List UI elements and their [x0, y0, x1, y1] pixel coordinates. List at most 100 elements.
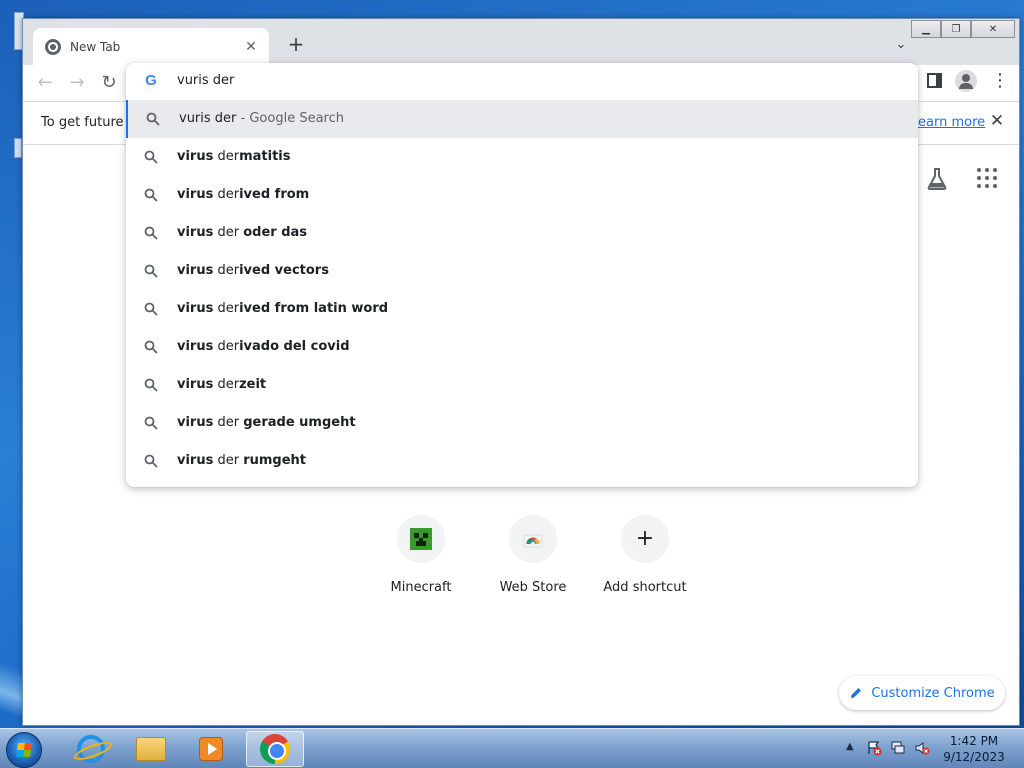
suggestion-match: der: [213, 263, 240, 278]
suggestion-match: der: [213, 377, 240, 392]
suggestion-completion: oder das: [243, 225, 308, 240]
suggestion-item[interactable]: virus dermatitis: [126, 138, 918, 176]
infobar-message: To get future G: [41, 115, 138, 130]
suggestion-completion: ived from: [239, 187, 310, 202]
taskbar-chrome[interactable]: [246, 731, 304, 767]
google-apps-grid-icon[interactable]: [977, 168, 997, 188]
tab-close-icon[interactable]: ✕: [243, 39, 259, 55]
suggestion-item[interactable]: virus der gerade umgeht: [126, 404, 918, 442]
shortcut-label: Minecraft: [390, 580, 452, 595]
suggestion-match: der: [213, 149, 240, 164]
suggestion-bold-prefix: virus: [177, 225, 214, 240]
taskbar-media-player[interactable]: [182, 731, 240, 767]
search-icon: [144, 454, 158, 468]
tab-search-chevron-icon[interactable]: ⌄: [893, 37, 909, 53]
internet-explorer-icon: [77, 735, 105, 763]
suggestion-text: virus derived from: [177, 187, 309, 202]
taskbar-file-explorer[interactable]: [122, 731, 180, 767]
suggestion-item[interactable]: virus derived vectors: [126, 252, 918, 290]
suggestion-completion: zeit: [239, 377, 267, 392]
suggestion-match: der: [213, 225, 244, 240]
system-clock[interactable]: 1:42 PM 9/12/2023: [942, 733, 1006, 765]
forward-arrow-icon[interactable]: →: [65, 71, 89, 95]
pencil-icon: [851, 688, 862, 698]
suggestion-text: virus der gerade umgeht: [177, 415, 356, 430]
start-button[interactable]: [6, 732, 42, 768]
suggestion-item[interactable]: virus derived from: [126, 176, 918, 214]
suggestion-match: der: [213, 301, 240, 316]
omnibox-input-row[interactable]: G vuris der: [126, 63, 918, 99]
clock-date: 9/12/2023: [943, 750, 1005, 764]
suggestion-completion: rumgeht: [243, 453, 307, 468]
shortcut-add[interactable]: + Add shortcut: [597, 515, 693, 595]
new-tab-button[interactable]: +: [285, 33, 307, 55]
learn-more-link[interactable]: Learn more: [911, 115, 985, 130]
suggestion-match: der: [213, 453, 244, 468]
suggestion-item[interactable]: virus derived from latin word: [126, 290, 918, 328]
suggestion-text: virus derived vectors: [177, 263, 329, 278]
suggestion-item[interactable]: virus derzeit: [126, 366, 918, 404]
tab-new-tab[interactable]: New Tab ✕: [33, 28, 269, 65]
suggestion-query: vuris der: [179, 111, 237, 126]
suggestion-item[interactable]: virus der oder das: [126, 214, 918, 252]
suggestion-bold-prefix: virus: [177, 301, 214, 316]
suggestion-text: virus der oder das: [177, 225, 307, 240]
suggestion-match: der: [213, 339, 240, 354]
suggestion-bold-prefix: virus: [177, 149, 214, 164]
suggestion-match: der: [213, 187, 240, 202]
suggestion-item[interactable]: virus der rumgeht: [126, 442, 918, 480]
suggestion-text: virus derivado del covid: [177, 339, 350, 354]
restore-button[interactable]: ❐: [941, 20, 971, 38]
show-hidden-icons-arrow-icon[interactable]: ▲: [846, 741, 854, 752]
suggestion-suffix: - Google Search: [240, 111, 344, 126]
shortcut-minecraft[interactable]: Minecraft: [373, 515, 469, 595]
suggestion-item-selected[interactable]: vuris der - Google Search: [126, 100, 918, 138]
chrome-labs-flask-icon[interactable]: [926, 167, 948, 191]
suggestion-item[interactable]: virus derivado del covid: [126, 328, 918, 366]
chrome-icon: [260, 734, 290, 764]
network-icon[interactable]: [890, 740, 906, 756]
suggestion-bold-prefix: virus: [177, 263, 214, 278]
back-arrow-icon[interactable]: ←: [33, 71, 57, 95]
plus-icon: +: [635, 526, 655, 551]
search-icon: [144, 226, 158, 240]
omnibox-dropdown: G vuris der vuris der - Google Search vi…: [126, 63, 918, 487]
tab-strip: New Tab ✕ + ⌄ ▁ ❐ ✕: [23, 19, 1019, 65]
suggestion-completion: matitis: [239, 149, 291, 164]
customize-chrome-label: Customize Chrome: [871, 685, 995, 701]
suggestion-bold-prefix: virus: [177, 339, 214, 354]
search-icon: [144, 416, 158, 430]
menu-dots-icon[interactable]: ⋮: [991, 69, 1009, 93]
shortcut-web-store[interactable]: Web Store: [485, 515, 581, 595]
suggestion-text: virus derzeit: [177, 377, 266, 392]
profile-avatar-icon[interactable]: [955, 70, 977, 92]
folder-icon: [136, 737, 166, 761]
suggestion-text: vuris der - Google Search: [179, 111, 344, 126]
taskbar-internet-explorer[interactable]: [62, 731, 120, 767]
suggestion-completion: ived vectors: [239, 263, 329, 278]
suggestion-bold-prefix: virus: [177, 453, 214, 468]
customize-chrome-button[interactable]: Customize Chrome: [839, 676, 1005, 710]
web-store-icon: [523, 534, 543, 548]
search-icon: [144, 188, 158, 202]
reload-icon[interactable]: ↻: [97, 71, 121, 95]
search-icon: [144, 302, 158, 316]
search-icon: [144, 340, 158, 354]
desktop-icon-fragment[interactable]: [14, 138, 22, 158]
minimize-button[interactable]: ▁: [911, 20, 941, 38]
clock-time: 1:42 PM: [949, 734, 999, 748]
action-center-flag-icon[interactable]: [866, 740, 882, 756]
search-icon: [144, 264, 158, 278]
suggestion-bold-prefix: virus: [177, 187, 214, 202]
infobar-close-icon[interactable]: ✕: [987, 111, 1007, 131]
shortcut-label: Add shortcut: [603, 580, 687, 595]
media-player-icon: [199, 737, 223, 761]
omnibox-input[interactable]: vuris der: [177, 73, 234, 88]
window-controls: ▁ ❐ ✕: [911, 20, 1015, 38]
minecraft-icon: [410, 528, 432, 550]
side-panel-icon[interactable]: [927, 73, 942, 88]
google-g-icon: G: [145, 72, 157, 89]
close-window-button[interactable]: ✕: [971, 20, 1015, 38]
volume-muted-icon[interactable]: [914, 740, 930, 756]
suggestion-text: virus der rumgeht: [177, 453, 306, 468]
